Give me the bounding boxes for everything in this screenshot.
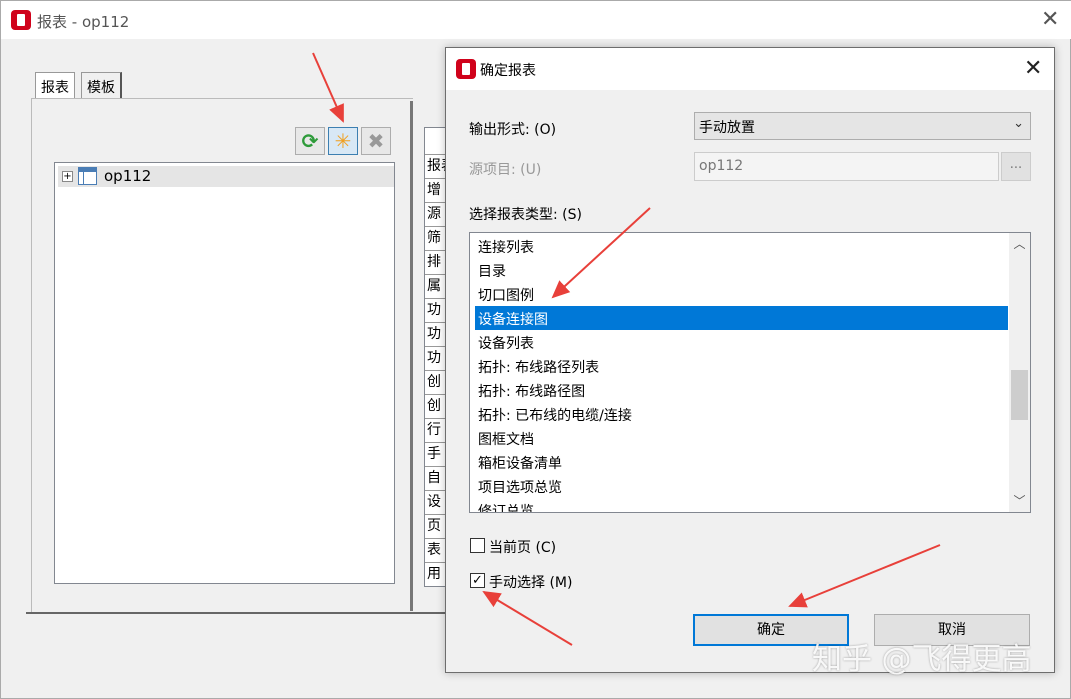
dialog-titlebar: 确定报表 ✕ (446, 48, 1054, 90)
new-button[interactable]: ✳ (328, 127, 358, 155)
report-type-item[interactable]: 图框文档 (475, 426, 1008, 450)
output-form-select[interactable]: 手动放置 ⌄ (694, 112, 1031, 140)
current-page-label: 当前页 (C) (489, 540, 557, 556)
refresh-button[interactable]: ⟳ (295, 127, 325, 155)
dialog-app-icon (456, 59, 476, 79)
delete-button[interactable]: ✖ (361, 127, 391, 155)
tab-report[interactable]: 报表 (35, 72, 75, 99)
report-type-item[interactable]: 切口图例 (475, 282, 1008, 306)
report-type-item[interactable]: 拓扑: 已布线的电缆/连接 (475, 402, 1008, 426)
project-tree[interactable]: + op112 (54, 162, 395, 584)
manual-select-checkbox[interactable]: ✓ (470, 573, 485, 588)
report-type-item[interactable]: 连接列表 (475, 234, 1008, 258)
dialog-close-icon[interactable]: ✕ (1024, 56, 1042, 81)
tree-item-label: op112 (104, 167, 152, 185)
report-type-item[interactable]: 拓扑: 布线路径列表 (475, 354, 1008, 378)
output-form-value: 手动放置 (699, 120, 755, 136)
watermark: 知乎 @飞得更高 (812, 642, 1032, 677)
report-type-list[interactable]: 连接列表 目录 切口图例 设备连接图 设备列表 拓扑: 布线路径列表 拓扑: 布线路径图 拓扑… (469, 232, 1031, 513)
app-icon (11, 10, 31, 30)
splitter[interactable] (410, 101, 413, 611)
divider (26, 612, 451, 614)
main-close-icon[interactable]: ✕ (1041, 7, 1059, 32)
report-type-label: 选择报表类型: (S) (469, 207, 582, 223)
report-type-item[interactable]: 修订总览 (475, 498, 1008, 512)
browse-button: ... (1001, 152, 1031, 181)
report-type-item[interactable]: 设备连接图 (475, 306, 1008, 330)
tree-item-op112[interactable]: + op112 (58, 166, 394, 187)
scroll-thumb[interactable] (1011, 370, 1028, 420)
source-project-field: op112 (694, 152, 999, 181)
current-page-checkbox[interactable] (470, 538, 485, 553)
report-type-item[interactable]: 箱柜设备清单 (475, 450, 1008, 474)
report-type-item[interactable]: 设备列表 (475, 330, 1008, 354)
expand-plus-icon[interactable]: + (62, 171, 73, 182)
delete-x-icon: ✖ (367, 129, 385, 153)
scroll-down-icon[interactable]: ﹀ (1009, 492, 1030, 509)
tab-template[interactable]: 模板 (81, 72, 122, 98)
chevron-down-icon: ⌄ (1013, 116, 1024, 131)
source-project-label: 源项目: (U) (469, 162, 542, 178)
refresh-icon: ⟳ (301, 129, 319, 153)
project-icon (78, 167, 97, 185)
checkmark-icon: ✓ (472, 573, 483, 588)
new-star-icon: ✳ (334, 129, 352, 153)
report-type-item[interactable]: 项目选项总览 (475, 474, 1008, 498)
main-window-title: 报表 - op112 (37, 13, 130, 31)
report-type-item[interactable]: 拓扑: 布线路径图 (475, 378, 1008, 402)
dialog-title: 确定报表 (480, 63, 536, 79)
scroll-up-icon[interactable]: ︿ (1009, 235, 1030, 252)
manual-select-label: 手动选择 (M) (489, 575, 573, 591)
list-scrollbar[interactable]: ︿ ﹀ (1009, 233, 1030, 512)
main-titlebar: 报表 - op112 ✕ (1, 1, 1071, 39)
report-type-item[interactable]: 目录 (475, 258, 1008, 282)
output-form-label: 输出形式: (O) (469, 122, 557, 138)
